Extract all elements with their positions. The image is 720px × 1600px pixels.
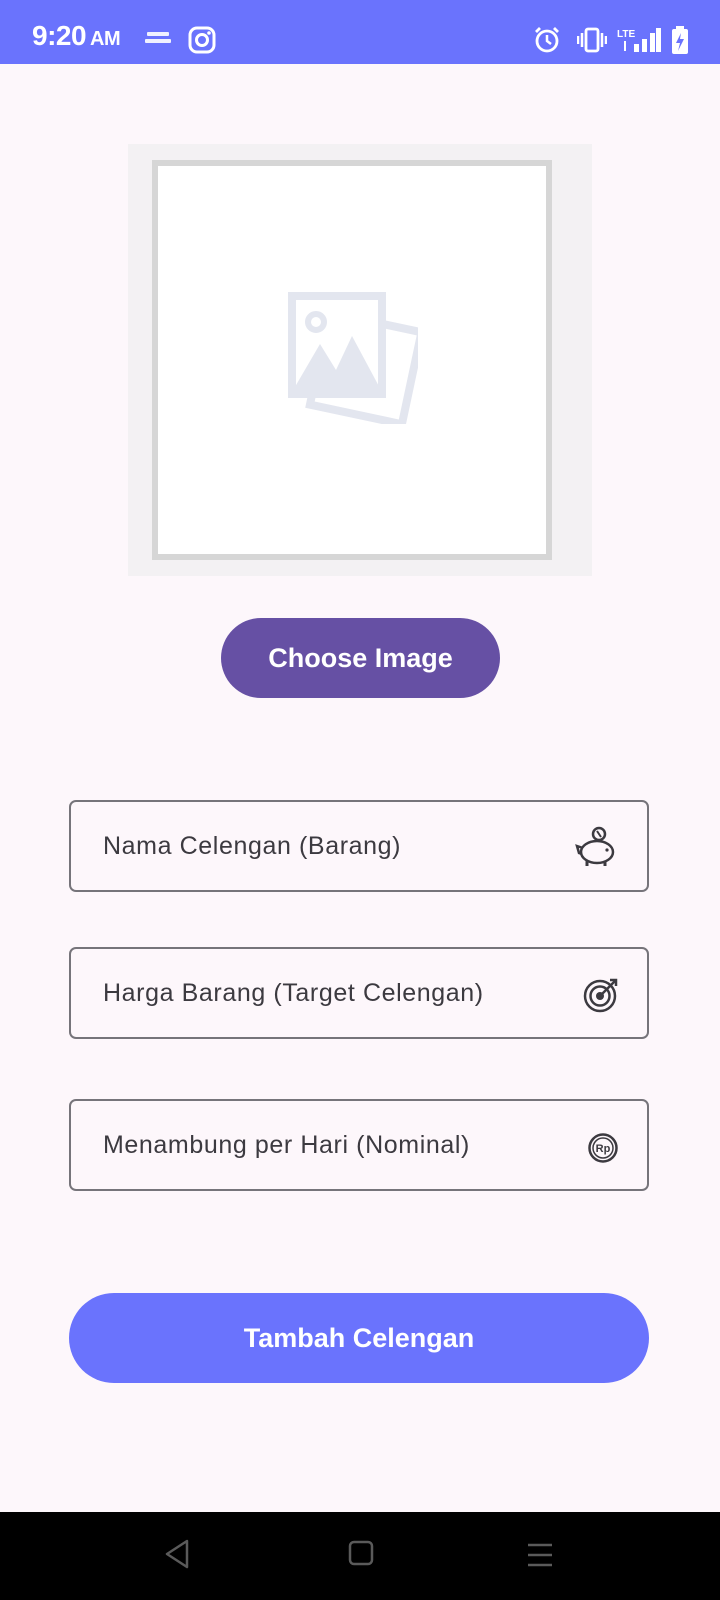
lte-signal-icon: LTE [616,26,662,59]
daily-saving-field[interactable]: Menambung per Hari (Nominal) Rp [69,1099,649,1191]
status-time: 9:20 AM [32,20,121,52]
navigation-bar [0,1512,720,1600]
add-savings-button[interactable]: Tambah Celengan [69,1293,649,1383]
daily-saving-placeholder: Menambung per Hari (Nominal) [103,1131,470,1159]
status-bar: 9:20 AM LTE [0,0,720,64]
instagram-icon [188,26,216,59]
vibrate-icon [576,27,608,58]
status-time-value: 9:20 [32,20,87,51]
item-name-field[interactable]: Nama Celengan (Barang) [69,800,649,892]
choose-image-button[interactable]: Choose Image [221,618,500,698]
item-name-placeholder: Nama Celengan (Barang) [103,832,402,860]
status-time-ampm: AM [90,28,121,50]
image-frame [152,160,552,560]
menu-icon[interactable] [526,1542,554,1573]
target-icon [583,977,619,1018]
home-icon[interactable] [348,1540,374,1573]
rupiah-coin-icon: Rp [587,1132,619,1169]
target-price-field[interactable]: Harga Barang (Target Celengan) [69,947,649,1039]
back-icon[interactable] [162,1538,192,1575]
image-placeholder-icon [288,292,427,429]
alarm-icon [533,26,561,59]
battery-charging-icon [671,26,689,59]
piggy-bank-icon [575,826,619,873]
svg-text:Rp: Rp [596,1143,611,1155]
target-price-placeholder: Harga Barang (Target Celengan) [103,979,484,1007]
image-preview [128,144,592,576]
lte-label: LTE [617,29,635,40]
grab-merchant-icon [145,30,171,51]
